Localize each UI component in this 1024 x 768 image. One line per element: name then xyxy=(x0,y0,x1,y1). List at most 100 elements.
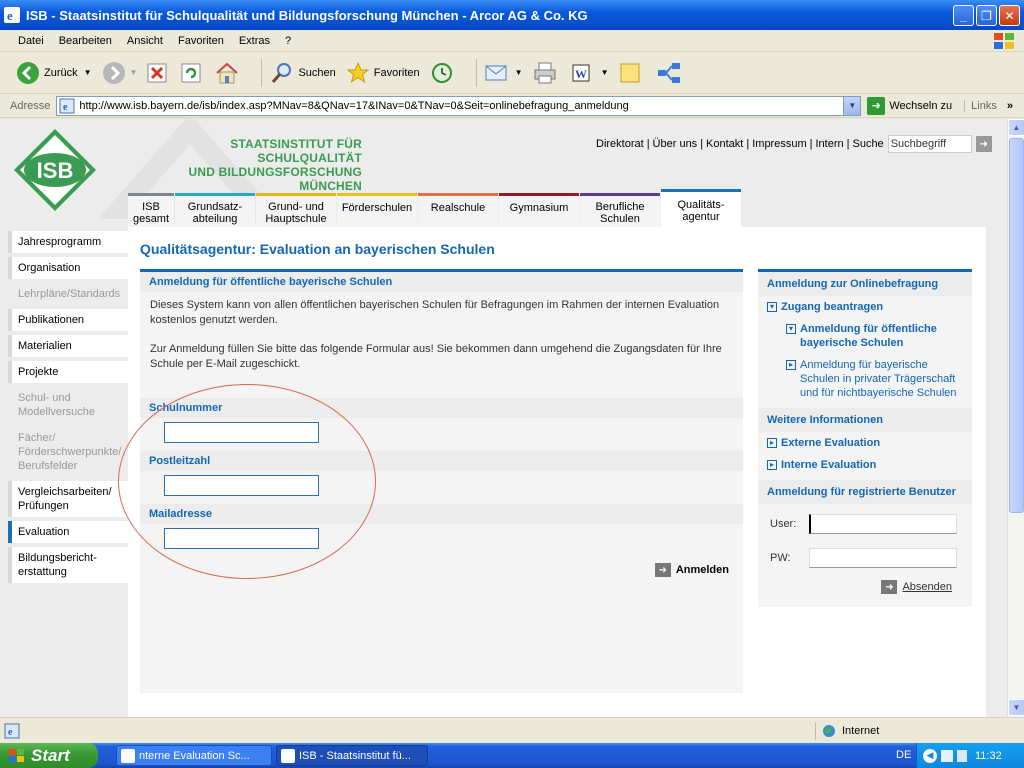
tab-label-2: gesamt xyxy=(132,212,170,225)
tab-qualitaetsagentur[interactable]: Qualitäts-agentur xyxy=(661,189,741,227)
nav-kontakt[interactable]: Kontakt xyxy=(706,138,743,150)
registration-form: Anmeldung für öffentliche bayerische Sch… xyxy=(140,269,743,693)
sidebar-registered-users: Anmeldung für registrierte Benutzer xyxy=(758,480,972,504)
links-button[interactable]: Links xyxy=(964,99,997,112)
network-tray-icon[interactable] xyxy=(941,749,953,762)
menu-datei[interactable]: Datei xyxy=(18,35,44,47)
user-input[interactable] xyxy=(809,514,957,534)
vertical-scrollbar[interactable]: ▲ ▼ xyxy=(1007,119,1024,717)
chevron-right-icon[interactable]: » xyxy=(1007,100,1013,112)
print-button[interactable] xyxy=(533,62,561,84)
go-label: Wechseln zu xyxy=(889,99,953,112)
messenger-button[interactable] xyxy=(656,61,686,85)
pw-input[interactable] xyxy=(809,548,957,568)
tab-label-1: Grund- und xyxy=(268,200,324,213)
taskbar: Start nterne Evaluation Sc... ISB - Staa… xyxy=(0,743,1024,768)
sidebar-more-info: Weitere Informationen xyxy=(758,408,972,432)
forward-button[interactable]: ▼ xyxy=(102,61,138,85)
scroll-up-icon[interactable]: ▲ xyxy=(1008,119,1024,136)
volume-tray-icon[interactable] xyxy=(957,749,967,762)
leftnav-faecher: Fächer/ Förderschwerpunkte/ Berufsfelder xyxy=(8,427,128,477)
nav-intern[interactable]: Intern xyxy=(815,138,843,150)
window-titlebar[interactable]: e ISB - Staatsinstitut für Schulqualität… xyxy=(0,0,1024,30)
leftnav-evaluation[interactable]: Evaluation xyxy=(8,521,128,543)
menu-ansicht[interactable]: Ansicht xyxy=(127,35,163,47)
schulnummer-input[interactable] xyxy=(164,422,319,443)
sidebar-internal-evaluation[interactable]: ▸ Interne Evaluation xyxy=(758,454,972,476)
site-search-go-icon[interactable]: ➜ xyxy=(975,136,992,152)
expand-icon: ▸ xyxy=(767,438,777,448)
menu-favoriten[interactable]: Favoriten xyxy=(178,35,224,47)
sidebar-zugang-beantragen[interactable]: ▾ Zugang beantragen xyxy=(758,296,972,318)
collapse-icon: ▾ xyxy=(786,324,796,334)
back-button[interactable]: Zurück ▼ xyxy=(16,61,92,85)
zone-label: Internet xyxy=(842,725,880,737)
tab-berufliche-schulen[interactable]: Berufliche Schulen xyxy=(580,193,660,227)
favorites-label: Favoriten xyxy=(373,66,420,79)
leftnav-jahresprogramm[interactable]: Jahresprogramm xyxy=(8,231,128,253)
note-icon xyxy=(620,63,640,82)
scroll-thumb[interactable] xyxy=(1009,138,1024,513)
favorites-button[interactable]: Favoriten xyxy=(346,61,420,85)
sidebar-external-evaluation[interactable]: ▸ Externe Evaluation xyxy=(758,432,972,454)
discuss-button[interactable] xyxy=(618,61,646,85)
windows-flag-icon xyxy=(9,748,24,762)
menu-help[interactable]: ? xyxy=(285,35,291,47)
forward-dropdown-icon[interactable]: ▼ xyxy=(130,68,138,77)
minimize-button[interactable]: _ xyxy=(953,5,974,26)
tab-grundsatzabteilung[interactable]: Grundsatz-abteilung xyxy=(175,193,255,227)
tab-foerderschulen[interactable]: Förderschulen xyxy=(337,193,417,227)
leftnav-vergleichsarbeiten[interactable]: Vergleichsarbeiten/ Prüfungen xyxy=(8,481,128,517)
menu-extras[interactable]: Extras xyxy=(239,35,270,47)
leftnav-organisation[interactable]: Organisation xyxy=(8,257,128,279)
start-button[interactable]: Start xyxy=(0,743,98,768)
anmelden-button[interactable]: ➜ Anmelden xyxy=(140,553,743,577)
scroll-down-icon[interactable]: ▼ xyxy=(1008,699,1024,716)
tab-label-1: Förderschulen xyxy=(341,202,413,214)
leftnav-publikationen[interactable]: Publikationen xyxy=(8,309,128,331)
nav-direktorat[interactable]: Direktorat xyxy=(596,138,644,150)
taskbar-item-ie[interactable]: ISB - Staatsinstitut fü... xyxy=(276,745,428,766)
sidebar-public-schools[interactable]: ▾ Anmeldung für öffentliche bayerische Sc… xyxy=(758,318,972,354)
nav-impressum[interactable]: Impressum xyxy=(752,138,806,150)
leftnav-bildungsbericht[interactable]: Bildungsbericht-erstattung xyxy=(8,547,128,583)
tab-realschule[interactable]: Realschule xyxy=(418,193,498,227)
tab-isb-gesamt[interactable]: ISB gesamt xyxy=(128,193,174,227)
edit-button[interactable]: W ▼ xyxy=(571,63,608,83)
address-dropdown-icon[interactable]: ▼ xyxy=(843,96,861,115)
menu-bearbeiten[interactable]: Bearbeiten xyxy=(59,35,112,47)
tray-arrow-icon[interactable]: ◀ xyxy=(923,748,937,763)
tab-gymnasium[interactable]: Gymnasium xyxy=(499,193,579,227)
section-tabs: ISB gesamt Grundsatz-abteilung Grund- und… xyxy=(128,189,742,227)
home-icon xyxy=(216,62,239,83)
taskbar-item-word[interactable]: nterne Evaluation Sc... xyxy=(116,745,272,766)
close-button[interactable]: ✕ xyxy=(999,5,1020,26)
leftnav-projekte[interactable]: Projekte xyxy=(8,361,128,383)
mail-button[interactable]: ▼ xyxy=(485,63,523,83)
content-area: Qualitätsagentur: Evaluation an bayerisc… xyxy=(128,227,986,717)
intro-text-1: Dieses System kann von allen öffentliche… xyxy=(150,299,720,326)
anmelden-label: Anmelden xyxy=(675,564,729,576)
back-dropdown-icon[interactable]: ▼ xyxy=(84,68,92,77)
site-search-input[interactable]: Suchbegriff xyxy=(887,135,972,153)
stop-button[interactable] xyxy=(147,63,171,83)
go-button[interactable]: ➜ Wechseln zu xyxy=(867,96,953,115)
nav-ueber-uns[interactable]: Über uns xyxy=(653,138,698,150)
isb-logo: ISB xyxy=(14,129,96,211)
search-button[interactable]: Suchen xyxy=(270,61,336,85)
history-button[interactable] xyxy=(430,61,458,85)
absenden-button[interactable]: ➜ Absenden xyxy=(758,572,972,594)
address-input[interactable]: e http://www.isb.bayern.de/isb/index.asp… xyxy=(56,95,862,116)
postleitzahl-input[interactable] xyxy=(164,475,319,496)
clock: 11:32 xyxy=(975,749,1002,762)
home-button[interactable] xyxy=(215,62,243,84)
tab-grund-hauptschule[interactable]: Grund- und Hauptschule xyxy=(256,193,336,227)
collapse-icon: ▾ xyxy=(767,302,777,312)
language-indicator[interactable]: DE xyxy=(896,749,911,761)
leftnav-materialien[interactable]: Materialien xyxy=(8,335,128,357)
restore-button[interactable]: ❐ xyxy=(976,5,997,26)
mailadresse-input[interactable] xyxy=(164,528,319,549)
left-navigation: Jahresprogramm Organisation Lehrpläne/St… xyxy=(8,231,128,587)
sidebar-private-schools[interactable]: ▸ Anmeldung für bayerische Schulen in pri… xyxy=(758,354,972,404)
refresh-button[interactable] xyxy=(181,63,205,83)
